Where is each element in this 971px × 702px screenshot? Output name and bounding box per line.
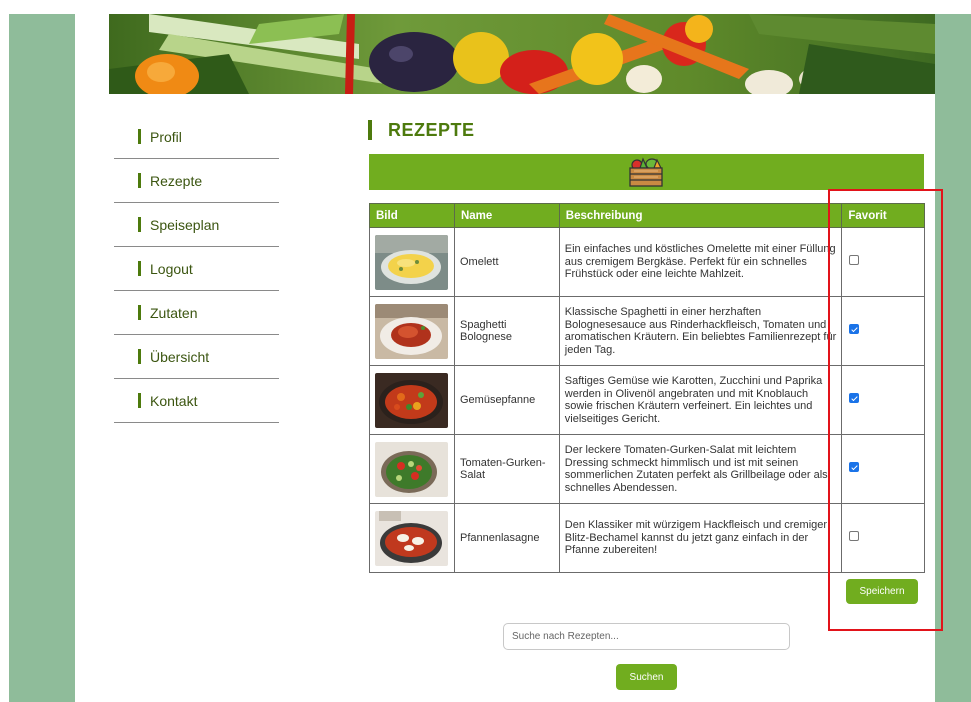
nav-bullet bbox=[138, 305, 141, 320]
sidebar-item-kontakt[interactable]: Kontakt bbox=[114, 379, 279, 423]
favorite-checkbox[interactable] bbox=[849, 324, 860, 335]
favorite-cell bbox=[841, 296, 925, 366]
favorite-cell bbox=[841, 503, 925, 573]
left-side-panel bbox=[9, 14, 75, 702]
recipe-name: Tomaten-Gurken-Salat bbox=[453, 434, 560, 504]
sidebar-item-logout[interactable]: Logout bbox=[114, 247, 279, 291]
recipe-name: Gemüsepfanne bbox=[453, 365, 560, 435]
nav-bullet bbox=[138, 173, 141, 188]
favorite-checkbox[interactable] bbox=[849, 531, 860, 542]
sidebar-item-zutaten[interactable]: Zutaten bbox=[114, 291, 279, 335]
table-row: Gemüsepfanne Saftiges Gemüse wie Karotte… bbox=[369, 365, 925, 435]
recipe-image-cell bbox=[369, 296, 455, 366]
favorite-checkbox[interactable] bbox=[849, 255, 860, 266]
page-title: REZEPTE bbox=[368, 119, 475, 141]
header-strip bbox=[369, 154, 924, 190]
tomaten-gurken-salat-image bbox=[375, 441, 448, 497]
nav-bullet bbox=[138, 261, 141, 276]
search-button[interactable]: Suchen bbox=[616, 664, 677, 690]
recipe-image-cell bbox=[369, 227, 455, 297]
sidebar-nav: Profil Rezepte Speiseplan Logout Zutaten… bbox=[114, 115, 279, 423]
favorite-cell bbox=[841, 365, 925, 435]
sidebar-item-label: Übersicht bbox=[150, 348, 210, 365]
recipes-table: Bild Name Beschreibung Favorit Omelett E… bbox=[369, 203, 925, 573]
sidebar-item-label: Rezepte bbox=[150, 172, 203, 189]
favorite-checkbox[interactable] bbox=[849, 393, 860, 404]
table-header-row: Bild Name Beschreibung Favorit bbox=[369, 203, 925, 228]
favorite-checkbox[interactable] bbox=[849, 462, 860, 473]
omelett-image bbox=[375, 234, 448, 290]
recipe-name: Omelett bbox=[453, 227, 560, 297]
recipe-description: Den Klassiker mit würzigem Hackfleisch u… bbox=[558, 503, 843, 573]
save-button[interactable]: Speichern bbox=[846, 579, 918, 604]
vegetable-banner bbox=[109, 14, 935, 94]
sidebar-item-uebersicht[interactable]: Übersicht bbox=[114, 335, 279, 379]
recipe-image-cell bbox=[369, 365, 455, 435]
table-row: Omelett Ein einfaches und köstliches Ome… bbox=[369, 227, 925, 297]
recipe-image-cell bbox=[369, 503, 455, 573]
sidebar-item-label: Speiseplan bbox=[150, 216, 220, 233]
recipe-description: Saftiges Gemüse wie Karotten, Zucchini u… bbox=[558, 365, 843, 435]
sidebar-item-label: Profil bbox=[150, 128, 182, 145]
recipe-name: Spaghetti Bolognese bbox=[453, 296, 560, 366]
page-title-text: REZEPTE bbox=[388, 119, 475, 140]
recipe-image-cell bbox=[369, 434, 455, 504]
vegetable-crate-icon bbox=[629, 157, 663, 187]
sidebar-item-label: Zutaten bbox=[150, 304, 198, 321]
column-header-name: Name bbox=[453, 203, 560, 228]
gemuesepfanne-image bbox=[375, 372, 448, 428]
recipe-description: Der leckere Tomaten-Gurken-Salat mit lei… bbox=[558, 434, 843, 504]
recipe-description: Klassische Spaghetti in einer herzhaften… bbox=[558, 296, 843, 366]
table-row: Tomaten-Gurken-Salat Der leckere Tomaten… bbox=[369, 434, 925, 504]
recipe-description: Ein einfaches und köstliches Omelette mi… bbox=[558, 227, 843, 297]
right-side-panel bbox=[935, 14, 971, 702]
nav-bullet bbox=[138, 217, 141, 232]
nav-bullet bbox=[138, 349, 141, 364]
table-row: Spaghetti Bolognese Klassische Spaghetti… bbox=[369, 296, 925, 366]
search-input[interactable] bbox=[503, 623, 790, 650]
favorite-cell bbox=[841, 227, 925, 297]
favorite-cell bbox=[841, 434, 925, 504]
column-header-favorite: Favorit bbox=[841, 203, 925, 228]
nav-bullet bbox=[138, 393, 141, 408]
sidebar-item-label: Logout bbox=[150, 260, 193, 277]
sidebar-item-rezepte[interactable]: Rezepte bbox=[114, 159, 279, 203]
pfannenlasagne-image bbox=[375, 510, 448, 566]
nav-bullet bbox=[138, 129, 141, 144]
sidebar-item-label: Kontakt bbox=[150, 392, 198, 409]
recipe-name: Pfannenlasagne bbox=[453, 503, 560, 573]
column-header-image: Bild bbox=[369, 203, 455, 228]
sidebar-item-speiseplan[interactable]: Speiseplan bbox=[114, 203, 279, 247]
title-bullet bbox=[368, 120, 372, 140]
spaghetti-bolognese-image bbox=[375, 303, 448, 359]
table-row: Pfannenlasagne Den Klassiker mit würzige… bbox=[369, 503, 925, 573]
sidebar-item-profil[interactable]: Profil bbox=[114, 115, 279, 159]
column-header-description: Beschreibung bbox=[558, 203, 843, 228]
